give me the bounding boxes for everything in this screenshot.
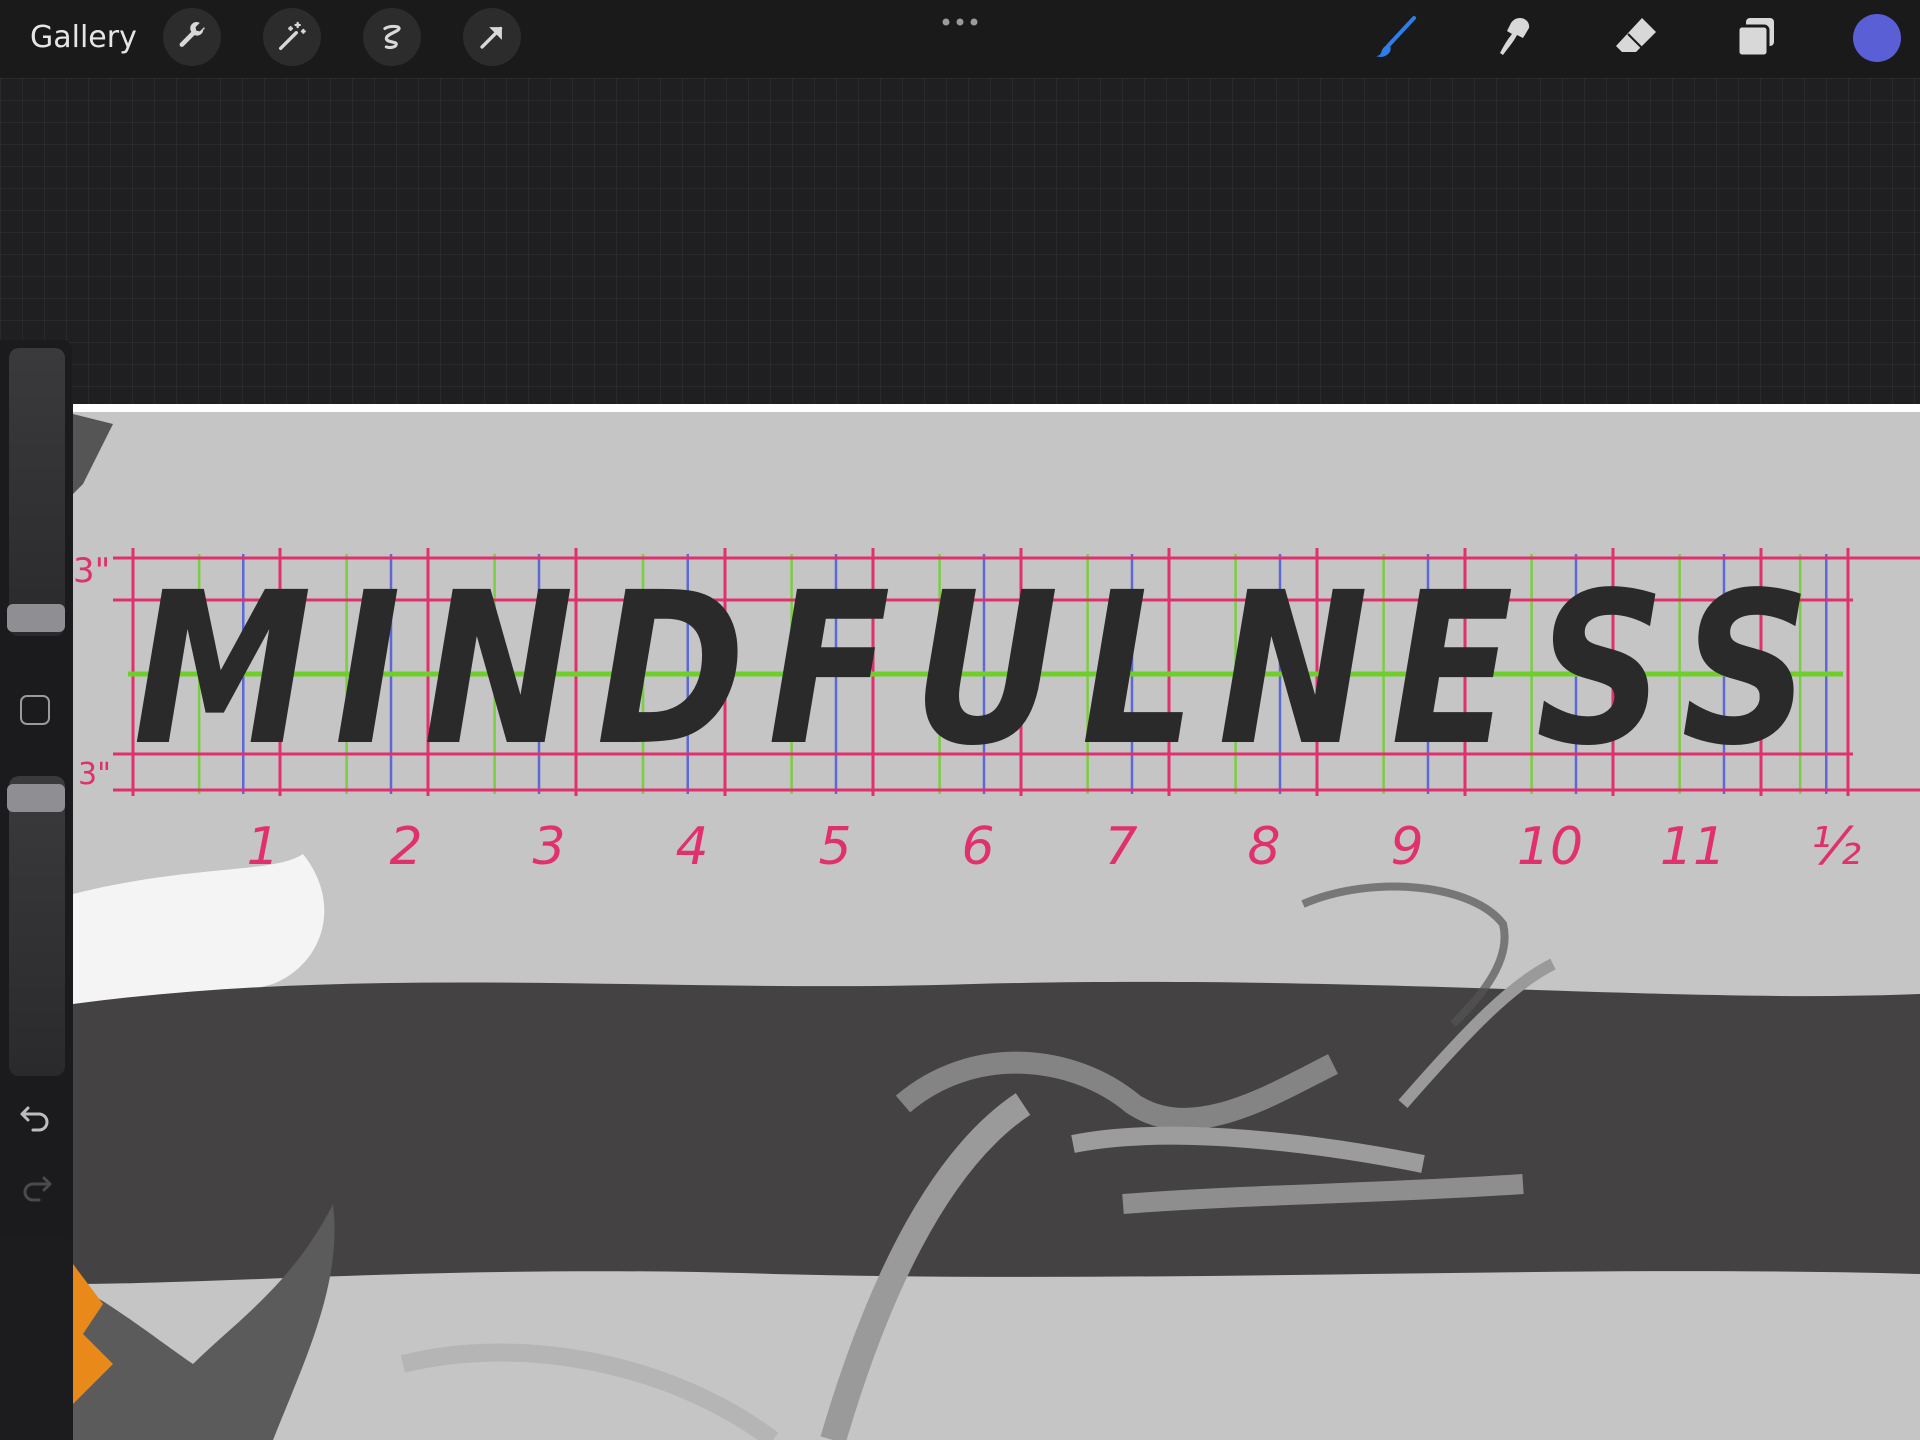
eraser-icon[interactable] — [1610, 12, 1662, 64]
brush-icon[interactable] — [1370, 12, 1422, 64]
column-number-label: 1 — [246, 817, 279, 877]
column-number-label: 8 — [1247, 817, 1280, 877]
column-number-label: ½ — [1811, 817, 1861, 877]
undo-icon[interactable] — [16, 1096, 56, 1136]
selection-icon — [383, 24, 401, 50]
column-number-label: 6 — [961, 817, 994, 877]
guide-label-top: 3" — [73, 551, 110, 591]
column-number-label: 9 — [1390, 817, 1423, 877]
guide-label-bottom: 3" — [78, 757, 111, 792]
gallery-button[interactable]: Gallery — [30, 20, 137, 55]
column-number-label: 10 — [1517, 817, 1583, 877]
magic-wand-icon — [278, 21, 306, 51]
transform-button[interactable] — [463, 8, 521, 66]
selection-button[interactable] — [363, 8, 421, 66]
column-number-label: 2 — [389, 817, 422, 877]
move-arrow-icon — [480, 26, 503, 49]
column-number-label: 4 — [675, 817, 708, 877]
modify-square-icon[interactable] — [20, 695, 50, 725]
top-toolbar: Gallery — [0, 0, 1920, 78]
opacity-slider-handle[interactable] — [7, 784, 65, 812]
column-number-label: 5 — [818, 817, 851, 877]
color-picker-button[interactable] — [1853, 14, 1901, 62]
canvas-artwork: MINDFULNESS 3" 3" 1 2 3 4 5 6 7 8 9 10 11 ½ — [73, 404, 1920, 1440]
workspace-background — [0, 78, 1920, 404]
wrench-icon — [179, 21, 205, 47]
column-number-label: 7 — [1104, 817, 1137, 877]
brush-size-slider[interactable] — [9, 348, 65, 636]
left-sidebar — [0, 340, 72, 1236]
opacity-slider[interactable] — [9, 776, 65, 1076]
brush-size-slider-handle[interactable] — [7, 604, 65, 632]
actions-wrench-button[interactable] — [163, 8, 221, 66]
ellipsis-icon[interactable] — [940, 14, 980, 30]
drawing-canvas[interactable]: MINDFULNESS 3" 3" 1 2 3 4 5 6 7 8 9 10 11 ½ — [73, 404, 1920, 1440]
column-number-label: 3 — [532, 817, 565, 877]
layers-icon[interactable] — [1730, 12, 1782, 64]
column-number-label: 11 — [1660, 817, 1726, 877]
redo-icon[interactable] — [16, 1166, 56, 1206]
smudge-icon[interactable] — [1490, 12, 1542, 64]
artwork-lettering: MINDFULNESS — [133, 547, 1833, 792]
adjustments-button[interactable] — [263, 8, 321, 66]
